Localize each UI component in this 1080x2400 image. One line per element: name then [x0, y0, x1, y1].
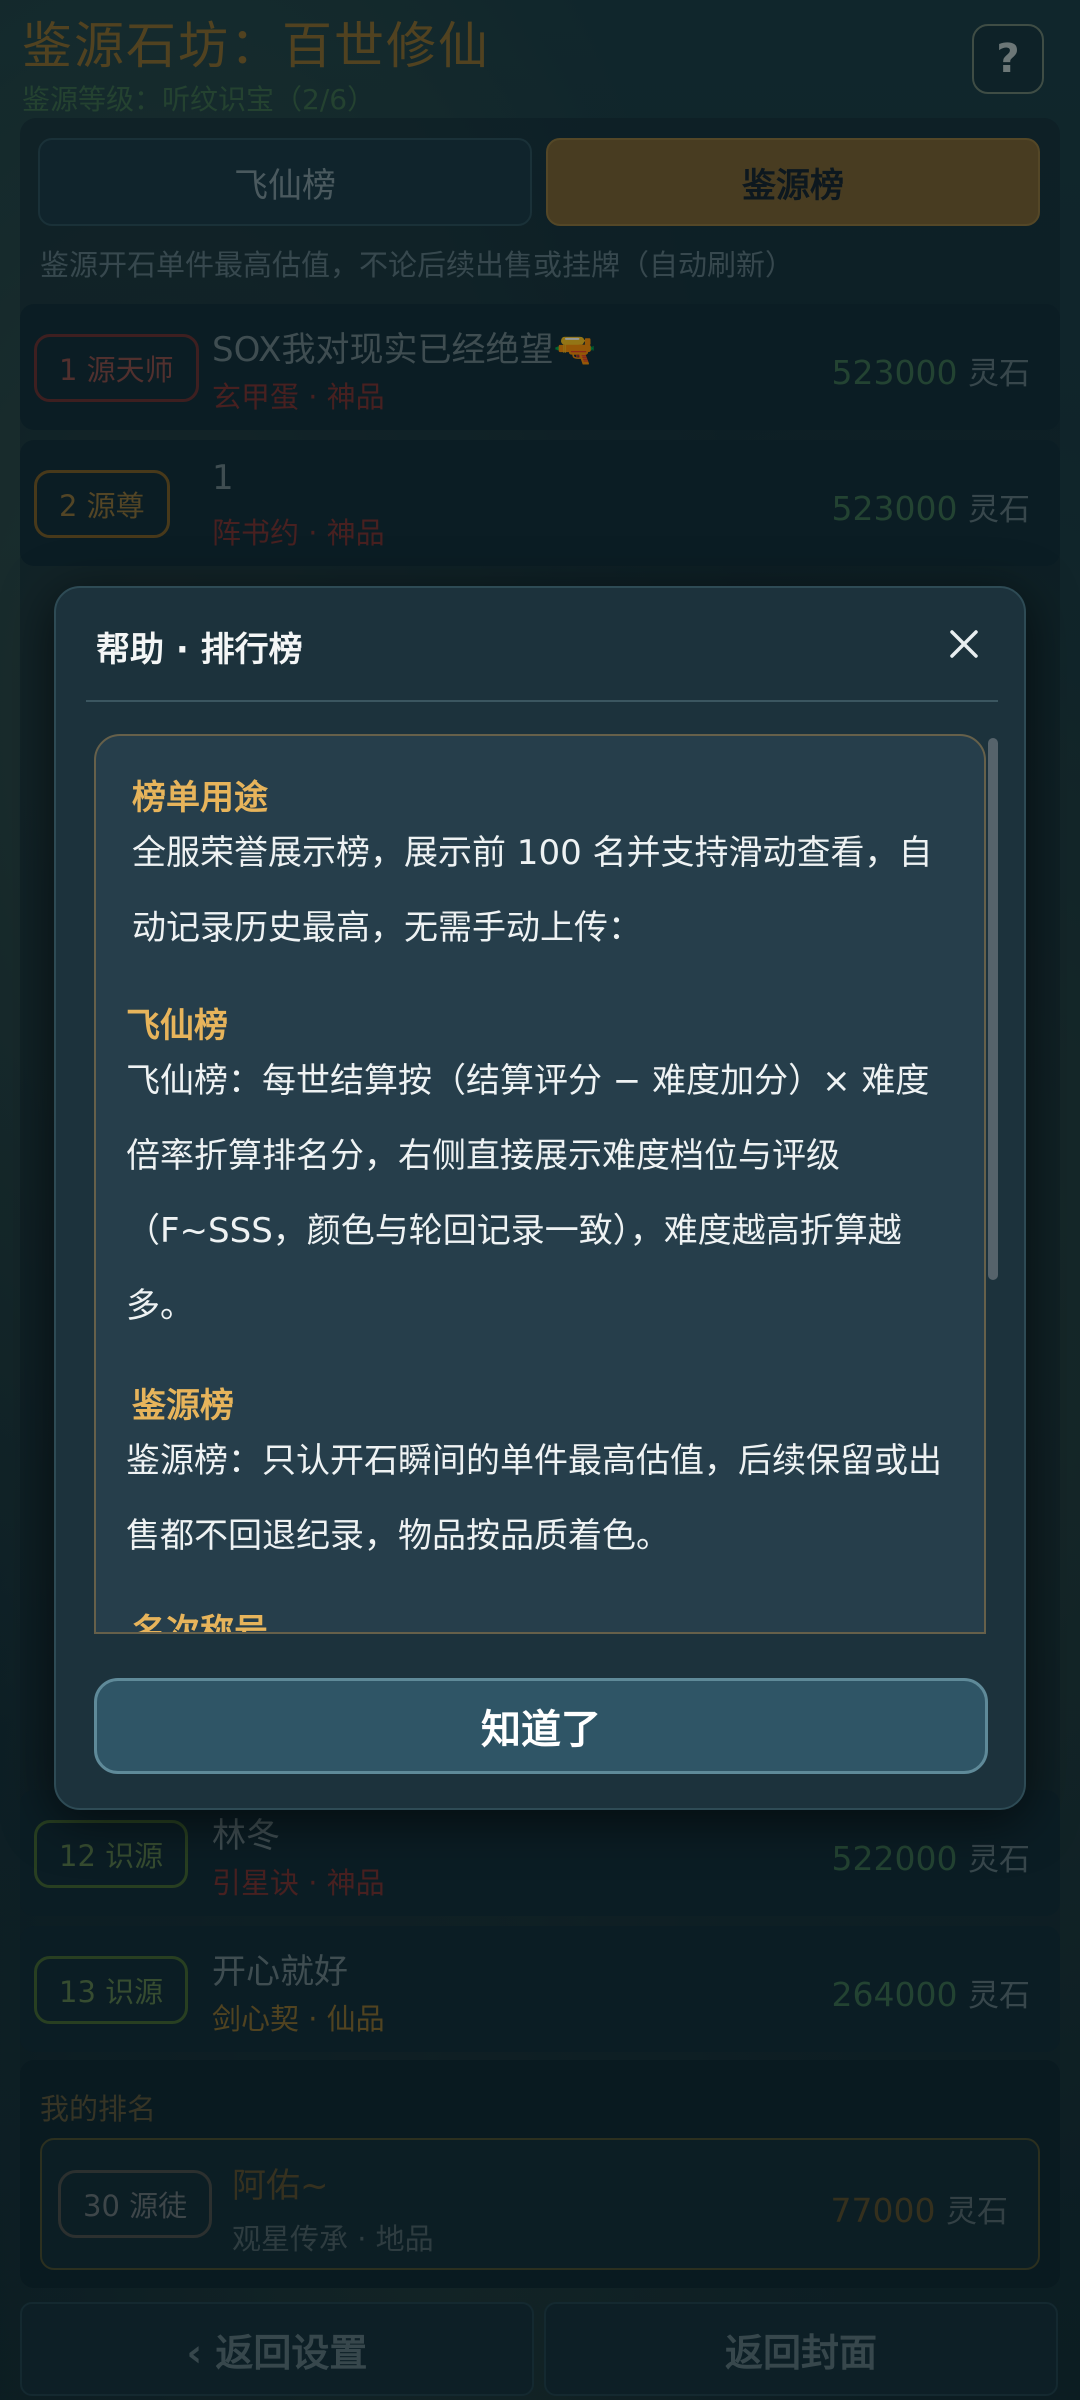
- section-body: 飞仙榜：每世结算按（结算评分 − 难度加分）× 难度倍率折算排名分，右侧直接展示…: [126, 1061, 930, 1326]
- modal-title: 帮助 · 排行榜: [96, 630, 303, 670]
- section-title: 榜单用途: [132, 778, 268, 818]
- section-title: 鉴源榜: [132, 1386, 234, 1426]
- section-body: 全服荣誉展示榜，展示前 100 名并支持滑动查看，自动记录历史最高，无需手动上传…: [132, 833, 933, 948]
- got-it-button[interactable]: 知道了: [94, 1678, 988, 1774]
- scrollbar[interactable]: [988, 738, 998, 1634]
- divider: [86, 700, 998, 702]
- section-title: 名次称号: [132, 1612, 268, 1634]
- help-content-scroll[interactable]: 榜单用途 全服荣誉展示榜，展示前 100 名并支持滑动查看，自动记录历史最高，无…: [94, 734, 986, 1634]
- scrollbar-thumb[interactable]: [988, 738, 998, 1280]
- close-button[interactable]: [936, 616, 992, 672]
- help-modal: 帮助 · 排行榜 榜单用途 全服荣誉展示榜，展示前 100 名并支持滑动查看，自…: [54, 586, 1026, 1810]
- close-icon: [950, 630, 978, 658]
- section-body: 鉴源榜：只认开石瞬间的单件最高估值，后续保留或出售都不回退纪录，物品按品质着色。: [126, 1441, 942, 1556]
- section-title: 飞仙榜: [126, 1006, 228, 1046]
